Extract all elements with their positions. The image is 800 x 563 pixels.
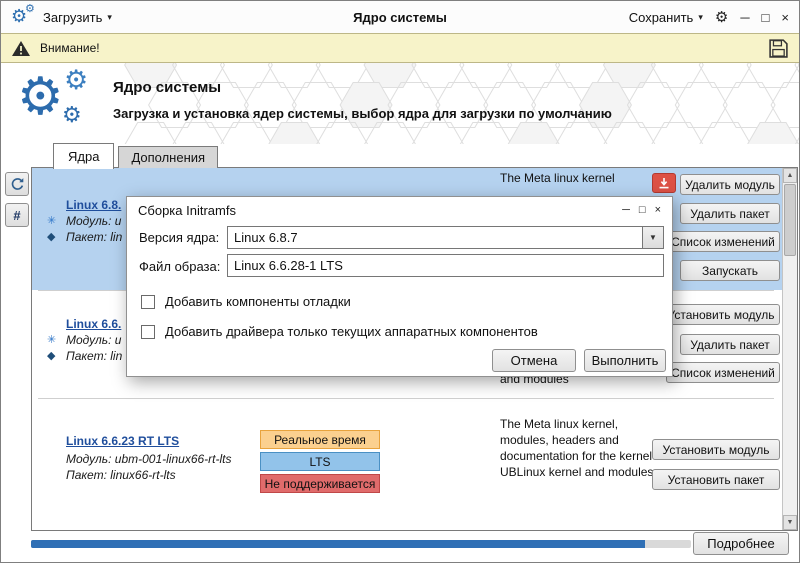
kernel-package-text: Пакет: lin	[66, 230, 123, 244]
hash-icon: #	[13, 207, 21, 223]
page-header: ⚙ ⚙ ⚙ Ядро системы Загрузка и установка …	[1, 63, 799, 144]
module-icon: ✳	[47, 334, 57, 346]
app-gears-icon: ⚙ ⚙	[11, 3, 39, 29]
checkbox-box[interactable]	[141, 324, 155, 339]
progress-fill	[31, 540, 645, 548]
chevron-down-icon: ▾	[107, 11, 112, 22]
tab-kernels[interactable]: Ядра	[53, 143, 115, 169]
kernel-version-select[interactable]: Linux 6.8.7 ▼	[227, 226, 664, 249]
checkbox-label: Добавить драйвера только текущих аппарат…	[165, 324, 538, 339]
kernel-module-text: Модуль: u	[66, 214, 122, 228]
package-icon: ◆	[47, 231, 56, 243]
image-file-input[interactable]	[227, 254, 664, 277]
close-button[interactable]: ×	[781, 11, 789, 24]
image-file-label: Файл образа:	[139, 259, 221, 274]
scroll-up-button[interactable]: ▲	[783, 168, 797, 183]
maximize-button[interactable]: □	[762, 11, 770, 24]
gear-icon: ⚙	[64, 65, 89, 95]
gear-icon: ⚙	[62, 102, 82, 127]
side-toolbar: #	[5, 172, 29, 227]
warning-text: Внимание!	[40, 41, 100, 55]
boot-button[interactable]: Запускать	[680, 260, 780, 281]
progress-bar	[31, 540, 691, 548]
download-button[interactable]	[652, 173, 676, 193]
tab-bar: Ядра Дополнения	[53, 143, 222, 169]
kernel-package-text: Пакет: lin	[66, 349, 123, 363]
kernel-name-link[interactable]: Linux 6.8.	[66, 198, 121, 212]
changelog-button[interactable]: Список изменений	[666, 362, 780, 383]
warning-icon	[12, 40, 30, 56]
dialog-maximize-button[interactable]: □	[639, 204, 646, 216]
initramfs-dialog: Сборка Initramfs ─ □ × Версия ядра: Linu…	[126, 196, 673, 377]
refresh-button[interactable]	[5, 172, 29, 196]
settings-gear-icon[interactable]: ⚙	[715, 10, 728, 25]
tab-addons[interactable]: Дополнения	[118, 146, 219, 168]
cancel-button[interactable]: Отмена	[492, 349, 576, 372]
kernel-name-link[interactable]: Linux 6.6.	[66, 317, 121, 331]
kernel-name-link[interactable]: Linux 6.6.23 RT LTS	[66, 434, 179, 448]
kernel-row[interactable]: Linux 6.6.23 RT LTS Модуль: ubm-001-linu…	[32, 398, 782, 530]
lts-badge: LTS	[260, 452, 380, 471]
hexagon-pattern	[124, 63, 799, 144]
details-button[interactable]: Подробнее	[693, 532, 789, 555]
install-module-button[interactable]: Установить модуль	[662, 304, 780, 325]
install-package-button[interactable]: Установить пакет	[652, 469, 780, 490]
scrollbar[interactable]: ▲ ▼	[782, 168, 797, 530]
checkbox-box[interactable]	[141, 294, 155, 309]
kernel-module-text: Модуль: u	[66, 333, 122, 347]
scrollbar-thumb[interactable]	[784, 184, 796, 256]
scroll-down-button[interactable]: ▼	[783, 515, 797, 530]
page-title: Ядро системы	[113, 79, 222, 96]
load-menu-label: Загрузить	[43, 9, 103, 25]
app-window: ⚙ ⚙ Загрузить ▾ Ядро системы Сохранить ▾…	[0, 0, 800, 563]
load-menu-button[interactable]: Загрузить ▾	[43, 10, 112, 25]
realtime-badge: Реальное время	[260, 430, 380, 449]
checkbox-label: Добавить компоненты отладки	[165, 294, 351, 309]
save-menu-label: Сохранить	[628, 9, 694, 25]
save-file-icon[interactable]	[768, 38, 789, 59]
save-menu-button[interactable]: Сохранить ▾	[629, 10, 703, 25]
kernel-version-value: Linux 6.8.7	[234, 230, 298, 245]
warning-bar: Внимание!	[1, 33, 799, 63]
remove-module-button[interactable]: Удалить модуль	[680, 174, 780, 195]
run-button[interactable]: Выполнить	[584, 349, 666, 372]
page-subtitle: Загрузка и установка ядер системы, выбор…	[113, 106, 612, 121]
minimize-button[interactable]: ─	[740, 11, 749, 24]
remove-package-button[interactable]: Удалить пакет	[680, 203, 780, 224]
module-icon: ✳	[47, 215, 57, 227]
dialog-minimize-button[interactable]: ─	[622, 204, 630, 216]
gear-icon: ⚙	[17, 68, 64, 126]
refresh-icon	[11, 177, 23, 190]
unsupported-badge: Не поддерживается	[260, 474, 380, 493]
package-icon: ◆	[47, 350, 56, 362]
remove-package-button[interactable]: Удалить пакет	[680, 334, 780, 355]
download-icon	[659, 178, 669, 189]
changelog-button[interactable]: Список изменений	[666, 231, 780, 252]
kernel-description: The Meta linux kernel	[500, 171, 615, 185]
kernel-gears-icon: ⚙ ⚙ ⚙	[17, 67, 111, 139]
gear-icon: ⚙	[25, 3, 35, 15]
dialog-title: Сборка Initramfs	[138, 202, 236, 218]
chevron-down-icon: ▾	[698, 11, 703, 22]
kernel-module-text: Модуль: ubm-001-linux66-rt-lts	[66, 452, 232, 466]
kernel-version-label: Версия ядра:	[139, 230, 220, 245]
install-module-button[interactable]: Установить модуль	[652, 439, 780, 460]
debug-components-checkbox[interactable]: Добавить компоненты отладки	[141, 294, 351, 309]
hash-button[interactable]: #	[5, 203, 29, 227]
dropdown-arrow-icon[interactable]: ▼	[642, 227, 663, 248]
dialog-close-button[interactable]: ×	[655, 204, 661, 216]
dialog-titlebar[interactable]: Сборка Initramfs ─ □ ×	[127, 197, 672, 223]
kernel-description: The Meta linux kernel, modules, headers …	[500, 417, 654, 479]
current-drivers-checkbox[interactable]: Добавить драйвера только текущих аппарат…	[141, 324, 538, 339]
kernel-package-text: Пакет: linux66-rt-lts	[66, 468, 176, 482]
titlebar: ⚙ ⚙ Загрузить ▾ Ядро системы Сохранить ▾…	[1, 1, 799, 33]
